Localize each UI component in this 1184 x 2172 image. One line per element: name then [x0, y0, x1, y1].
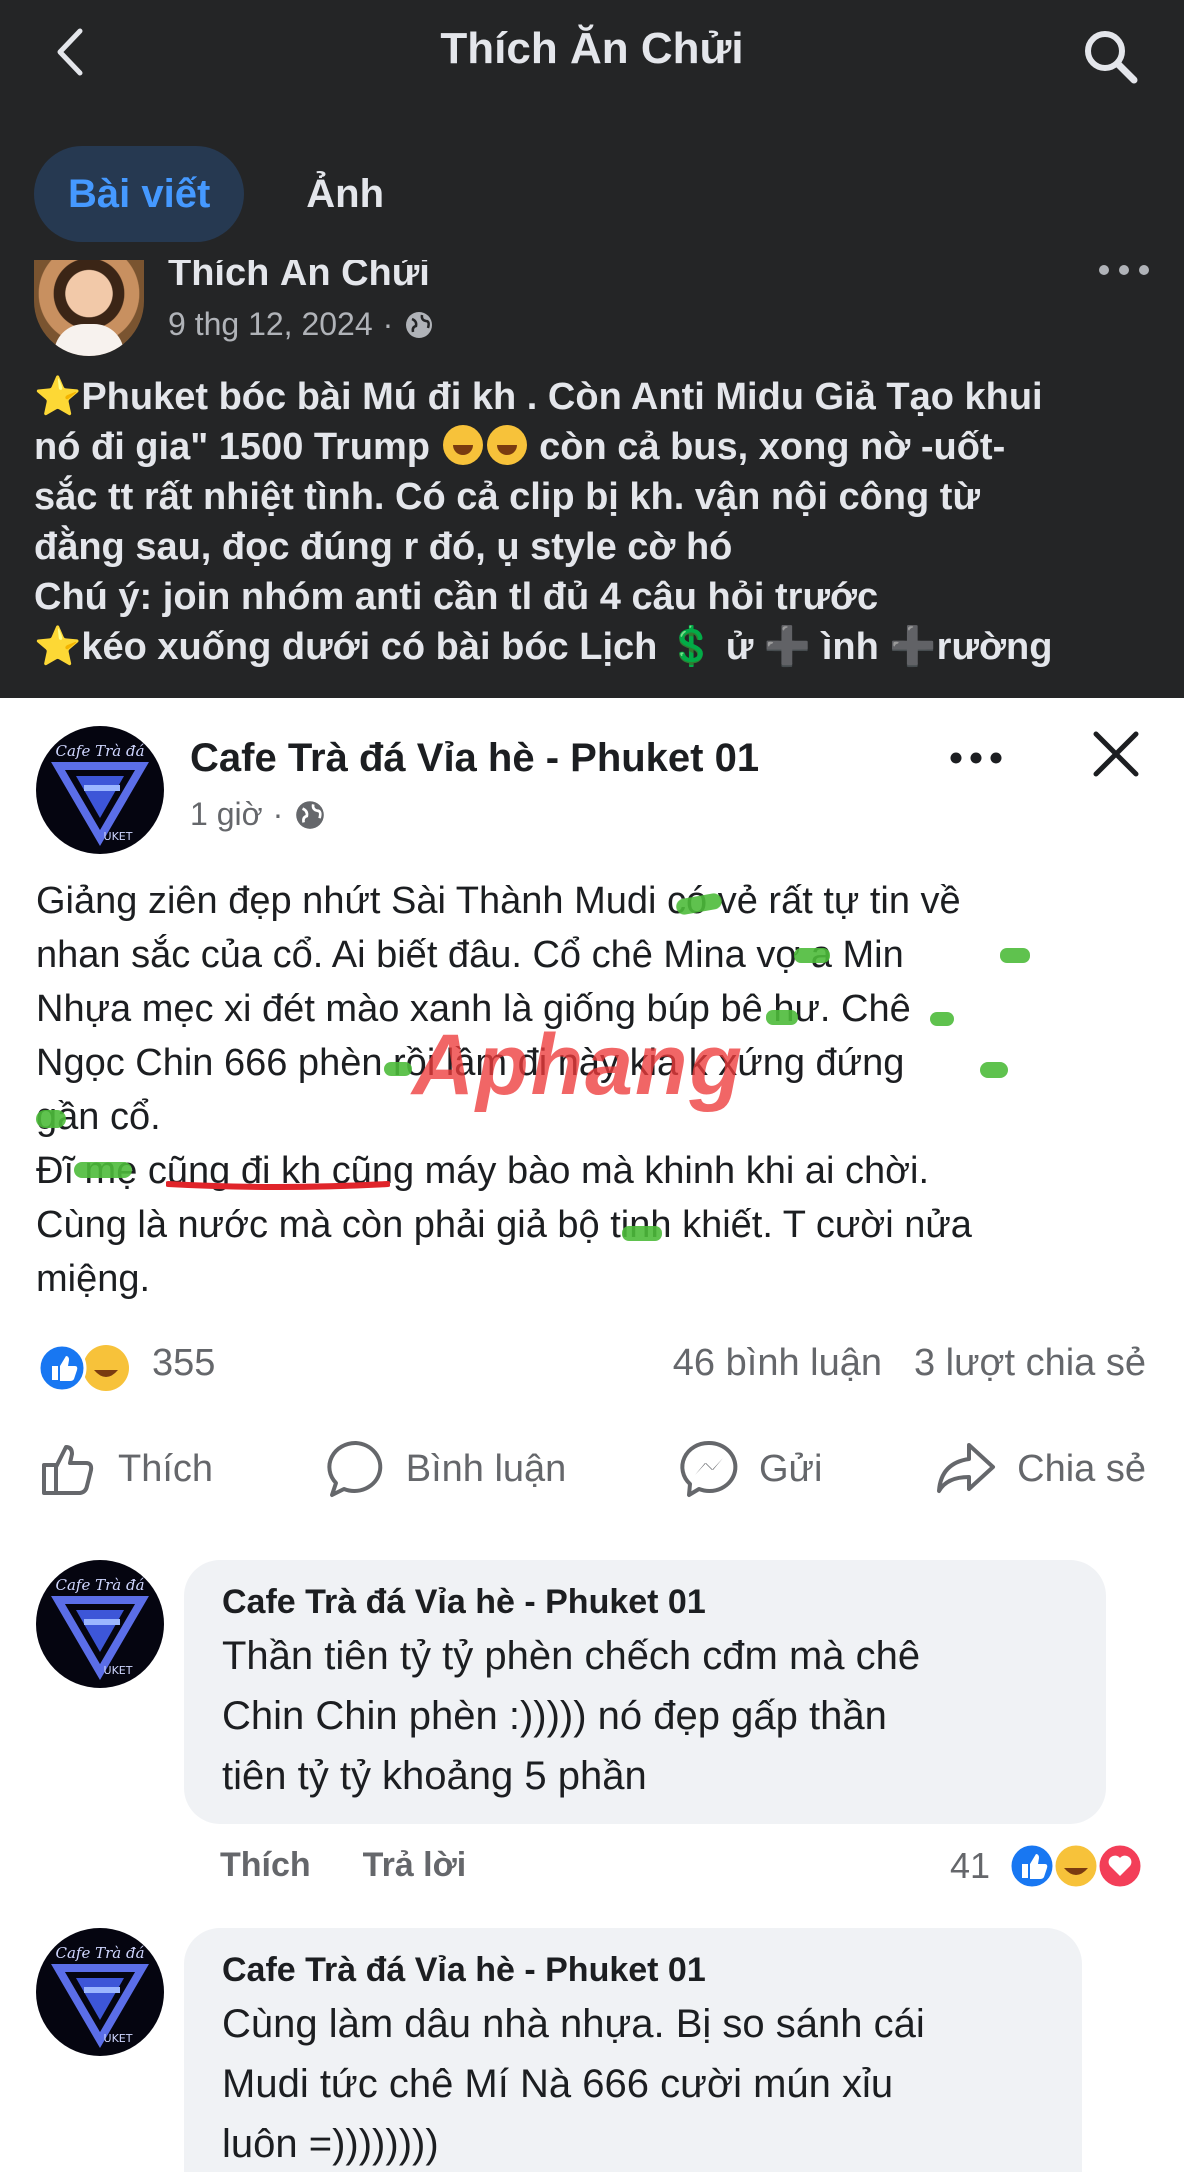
comments-count[interactable]: 46 bình luận: [673, 1342, 882, 1384]
dollar-icon: 💲: [667, 626, 716, 668]
search-button[interactable]: [1080, 26, 1140, 86]
comment-like-button[interactable]: Thích: [220, 1846, 311, 1884]
thumbs-up-icon: [42, 1445, 94, 1495]
send-label: Gửi: [759, 1447, 823, 1490]
comment-avatar[interactable]: Cafe Trà đá UKET: [36, 1928, 164, 2056]
plus-icon: ➕: [763, 626, 812, 668]
send-button[interactable]: Gửi: [677, 1434, 822, 1504]
laughing-emoji-icon: [442, 425, 483, 465]
post-date: 9 thg 12, 2024 ·: [168, 306, 435, 343]
post-line: Chú ý: join nhóm anti cần tl đủ 4 câu hỏ…: [34, 576, 879, 618]
logo-subtext: UKET: [104, 1664, 133, 1677]
globe-icon: [406, 311, 433, 338]
post-line: ình: [821, 626, 879, 668]
star-icon: ⭐: [34, 376, 82, 418]
tab-posts[interactable]: Bài viết: [34, 146, 245, 242]
shared-screenshot: Cafe Trà đá UKET Cafe Trà đá Vỉa hè - Ph…: [0, 698, 1184, 2172]
group-logo-icon: Cafe Trà đá UKET: [51, 1576, 149, 1680]
separator-dot: ·: [382, 306, 394, 342]
comment-text: Cùng làm dâu nhà nhựa. Bị so sánh cái Mu…: [222, 1994, 1044, 2172]
group-logo-icon: Cafe Trà đá UKET: [51, 1944, 149, 2048]
reactions-row: 355 46 bình luận 3 lượt chia sẻ: [36, 1336, 1146, 1396]
watermark: Aphang: [412, 1016, 744, 1115]
comment-bubble: Cafe Trà đá Vỉa hè - Phuket 01 Cùng làm …: [184, 1928, 1082, 2172]
watermark-text: Aphang: [412, 1017, 745, 1113]
comment-avatar[interactable]: Cafe Trà đá UKET: [36, 1560, 164, 1688]
post-line: nó đi gia" 1500 Trump: [34, 426, 430, 468]
messenger-icon: [680, 1440, 738, 1497]
reaction-icons[interactable]: [36, 1342, 132, 1394]
comment-actions: Thích Trả lời: [220, 1846, 466, 1885]
comment-button[interactable]: Bình luận: [324, 1434, 567, 1504]
logo-text: Cafe Trà đá: [55, 1576, 144, 1594]
comment-icon: [327, 1440, 382, 1497]
comment-line: luôn =)))))))): [222, 2122, 439, 2166]
comment-bubble: Cafe Trà đá Vỉa hè - Phuket 01 Thần tiên…: [184, 1560, 1106, 1824]
comment-line: Mudi tức chê Mí Nà 666 cười mún xỉu: [222, 2062, 894, 2106]
comment-line: Thần tiên tỷ tỷ phèn chếch cđm mà chê: [222, 1634, 921, 1678]
more-options-icon[interactable]: [1094, 260, 1154, 290]
post-line: Phuket bóc bài Mú đi kh . Còn Anti Midu …: [81, 376, 1043, 418]
like-button[interactable]: Thích: [36, 1434, 213, 1504]
comment-line: tiên tỷ tỷ khoảng 5 phần: [222, 1754, 647, 1798]
engagement-stats: 46 bình luận 3 lượt chia sẻ: [673, 1342, 1146, 1385]
top-bar: Thích Ăn Chửi: [0, 0, 1184, 110]
comment-line: Chin Chin phèn :))))) nó đẹp gấp thần: [222, 1694, 887, 1738]
logo-text: Cafe Trà đá: [55, 1944, 144, 1962]
post-author[interactable]: Thích Ăn Chửi: [168, 260, 430, 296]
comment: Cafe Trà đá UKET Cafe Trà đá Vỉa hè - Ph…: [36, 1928, 1146, 2172]
post-line: đằng sau, đọc đúng r đó, ụ style cờ hó: [34, 526, 733, 568]
comment-reactions[interactable]: 41: [950, 1840, 1146, 1892]
comment-line: Cùng làm dâu nhà nhựa. Bị so sánh cái: [222, 2002, 925, 2046]
shares-count[interactable]: 3 lượt chia sẻ: [914, 1342, 1146, 1384]
comment-author[interactable]: Cafe Trà đá Vỉa hè - Phuket 01: [222, 1582, 1068, 1622]
post-line: kéo xuống dưới có bài bóc Lịch: [81, 626, 658, 668]
avatar[interactable]: [34, 260, 144, 356]
search-icon: [1085, 31, 1138, 84]
tab-photos[interactable]: Ảnh: [272, 146, 418, 242]
post-body: ⭐Phuket bóc bài Mú đi kh . Còn Anti Midu…: [34, 372, 1164, 672]
share-button[interactable]: Chia sẻ: [933, 1434, 1146, 1504]
post-line: rường: [936, 626, 1053, 668]
dark-app-area: Thích Ăn Chửi Bài viết Ảnh Thích Ăn Chửi…: [0, 0, 1184, 695]
comment-reply-button[interactable]: Trả lời: [363, 1846, 467, 1884]
post-date-text: 9 thg 12, 2024: [168, 306, 373, 342]
post-actions: Thích Bình luận Gửi Chia sẻ: [36, 1434, 1146, 1504]
post-header: Thích Ăn Chửi 9 thg 12, 2024 ·: [34, 260, 1154, 360]
star-icon: ⭐: [34, 626, 82, 668]
reaction-icons: [1008, 1842, 1144, 1890]
page-title: Thích Ăn Chửi: [440, 24, 744, 73]
post-line: còn cả bus, xong nờ -uốt-: [539, 426, 1006, 468]
like-label: Thích: [118, 1447, 214, 1490]
comment-label: Bình luận: [405, 1447, 567, 1490]
laughing-emoji-icon: [486, 425, 527, 465]
comment-text: Thần tiên tỷ tỷ phèn chếch cđm mà chê Ch…: [222, 1626, 1068, 1806]
post-line: sắc tt rất nhiệt tình. Có cả clip bị kh.…: [34, 476, 980, 518]
plus-icon: ➕: [889, 626, 937, 668]
logo-subtext: UKET: [104, 2032, 133, 2045]
post-line: ử: [725, 626, 754, 668]
comment: Cafe Trà đá UKET Cafe Trà đá Vỉa hè - Ph…: [36, 1560, 1146, 1900]
comment-author[interactable]: Cafe Trà đá Vỉa hè - Phuket 01: [222, 1950, 1044, 1990]
comment-reaction-count: 41: [949, 1845, 990, 1886]
profile-tabs: Bài viết Ảnh: [34, 146, 418, 242]
share-label: Chia sẻ: [1017, 1447, 1146, 1490]
share-icon: [937, 1443, 996, 1493]
reaction-count[interactable]: 355: [152, 1342, 215, 1385]
